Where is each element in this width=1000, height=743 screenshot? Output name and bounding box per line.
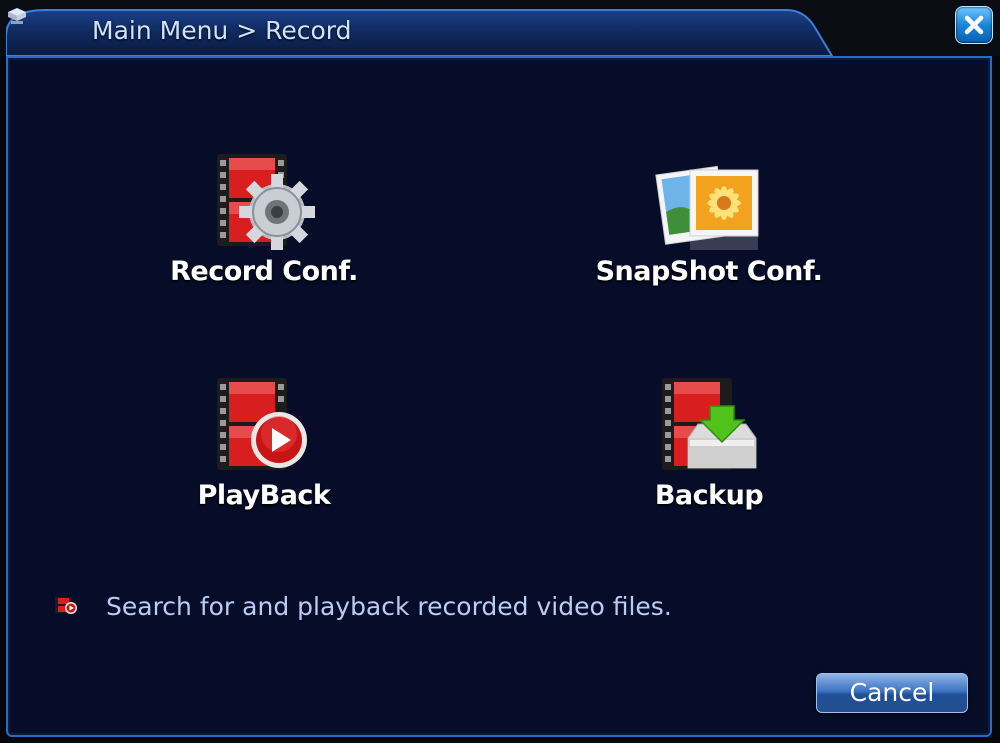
title-tab: Main Menu > Record [6,6,838,56]
hint-text: Search for and playback recorded video f… [106,592,672,621]
close-icon [964,15,984,35]
menu-item-backup[interactable]: Backup [579,376,839,546]
menu-item-record-conf[interactable]: Record Conf. [134,152,394,322]
menu-item-label: Record Conf. [170,256,358,287]
menu-item-playback[interactable]: PlayBack [134,376,394,546]
film-gear-icon [217,154,315,250]
film-play-small-icon [55,597,77,614]
film-play-icon [217,378,307,470]
close-button[interactable] [955,6,993,44]
record-menu-panel: Record Conf. SnapShot Conf. PlayBack Bac… [6,56,992,737]
menu-item-snapshot-conf[interactable]: SnapShot Conf. [579,152,839,322]
menu-item-label: PlayBack [197,480,331,511]
title-bar: Main Menu > Record [0,0,1000,56]
window-title: Main Menu > Record [92,16,352,45]
film-backup-icon [662,378,757,470]
menu-item-label: Backup [654,480,764,511]
menu-item-label: SnapShot Conf. [595,256,823,287]
photos-icon [655,165,759,250]
cancel-button[interactable]: Cancel [816,673,968,713]
dvr-device-icon [8,8,26,24]
